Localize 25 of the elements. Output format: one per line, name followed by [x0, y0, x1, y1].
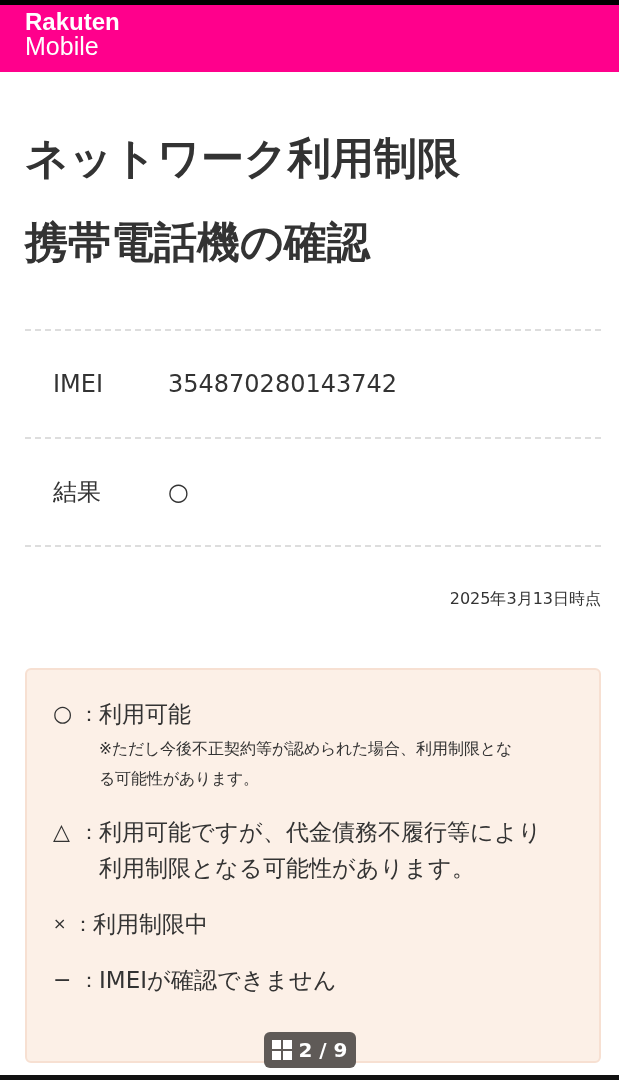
- legend-text: 利用可能ですが、代金債務不履行等により利用制限となる可能性があります。: [99, 818, 543, 883]
- legend-text: 利用可能: [99, 700, 191, 729]
- legend-symbol: ×: [53, 913, 68, 935]
- legend-symbol: △: [53, 818, 71, 846]
- page-title: 携帯電話機の確認: [25, 216, 370, 269]
- legend-separator: ：: [73, 911, 93, 938]
- legend-note: ※ただし今後不正契約等が認められた場合、利用制限となる可能性があります。: [99, 739, 513, 790]
- page-counter[interactable]: 2 / 9: [264, 1032, 356, 1068]
- grid-icon: [272, 1040, 293, 1060]
- row-value: 354870280143742: [168, 370, 398, 398]
- legend-text: IMEIが確認できません: [99, 966, 337, 995]
- legend-symbol: ○: [53, 700, 74, 728]
- row-label: 結果: [53, 477, 102, 508]
- legend-separator: ：: [79, 819, 99, 846]
- counter-text: 2 / 9: [298, 1038, 348, 1062]
- legend-text: 利用制限中: [93, 910, 208, 939]
- legend-separator: ：: [79, 701, 99, 728]
- legend-separator: ：: [79, 967, 99, 994]
- page-title: ネットワーク利用制限: [25, 132, 460, 185]
- legend-symbol: −: [53, 966, 73, 994]
- logo-subtitle: Mobile: [25, 32, 99, 60]
- row-label: IMEI: [53, 370, 105, 398]
- timestamp: 2025年3月13日時点: [449, 589, 601, 610]
- logo-wordmark[interactable]: Rakuten: [25, 12, 120, 32]
- row-value: ○: [168, 478, 189, 506]
